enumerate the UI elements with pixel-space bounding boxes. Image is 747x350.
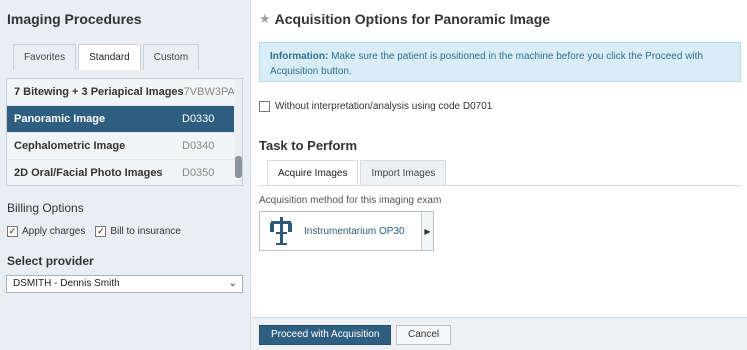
procedure-code: D0330 <box>182 113 215 125</box>
tab-custom[interactable]: Custom <box>142 44 200 70</box>
select-provider-label: Select provider <box>7 254 94 268</box>
provider-value: DSMITH - Dennis Smith <box>13 278 120 289</box>
interpretation-option: Without interpretation/analysis using co… <box>259 101 502 112</box>
billing-options-label: Billing Options <box>7 201 84 215</box>
procedure-code: D0340 <box>182 140 215 152</box>
procedure-name: Panoramic Image <box>14 113 106 125</box>
tabs-divider <box>259 185 742 186</box>
information-alert: Information: Make sure the patient is po… <box>259 42 741 82</box>
apply-charges-label: Apply charges <box>22 226 86 237</box>
tab-standard[interactable]: Standard <box>78 44 141 70</box>
panel-title: Imaging Procedures <box>7 11 142 27</box>
procedure-tabs: Favorites Standard Custom <box>13 44 201 70</box>
star-icon[interactable]: ★ <box>259 11 271 27</box>
billing-checkboxes: ✓ Apply charges ✓ Bill to insurance <box>7 226 191 237</box>
panoramic-xray-machine-icon <box>260 212 304 250</box>
tab-favorites[interactable]: Favorites <box>13 44 77 70</box>
procedure-name: Cephalometric Image <box>14 140 126 152</box>
tab-acquire-images[interactable]: Acquire Images <box>267 160 359 185</box>
list-item[interactable]: 7 Bitewing + 3 Periapical Images 7VBW3PA <box>7 79 242 106</box>
apply-charges-checkbox[interactable]: ✓ <box>7 226 18 237</box>
list-item[interactable]: 2D Oral/Facial Photo Images D0350 <box>7 160 242 185</box>
procedure-list[interactable]: 7 Bitewing + 3 Periapical Images 7VBW3PA… <box>6 78 243 186</box>
acquisition-options-panel: ★ Acquisition Options for Panoramic Imag… <box>251 0 747 350</box>
list-item[interactable]: Cephalometric Image D0340 <box>7 133 242 160</box>
scrollbar-thumb[interactable] <box>235 156 242 178</box>
cancel-button[interactable]: Cancel <box>396 325 452 345</box>
chevron-down-icon: ⌄ <box>228 278 237 289</box>
interpretation-checkbox[interactable] <box>259 101 270 112</box>
bill-insurance-checkbox[interactable]: ✓ <box>95 226 107 237</box>
device-option-card[interactable]: Instrumentarium OP30 ▶ <box>259 211 434 251</box>
imaging-procedures-panel: Imaging Procedures Favorites Standard Cu… <box>0 0 251 350</box>
procedure-name: 2D Oral/Facial Photo Images <box>14 167 163 179</box>
procedure-name: 7 Bitewing + 3 Periapical Images <box>14 86 184 98</box>
info-prefix: Information: <box>270 51 329 62</box>
acquisition-title-row: ★ Acquisition Options for Panoramic Imag… <box>259 11 550 27</box>
list-item-selected[interactable]: Panoramic Image D0330 <box>7 106 242 133</box>
play-arrow-icon[interactable]: ▶ <box>421 212 433 250</box>
info-text: Make sure the patient is positioned in t… <box>270 51 703 77</box>
list-scrollbar[interactable] <box>234 79 242 185</box>
proceed-with-acquisition-button[interactable]: Proceed with Acquisition <box>259 325 392 345</box>
interpretation-label: Without interpretation/analysis using co… <box>275 101 493 112</box>
bill-insurance-label: Bill to insurance <box>110 226 181 237</box>
page-title: Acquisition Options for Panoramic Image <box>274 11 551 27</box>
device-name: Instrumentarium OP30 <box>304 225 405 237</box>
tab-import-images[interactable]: Import Images <box>360 160 447 185</box>
task-to-perform-heading: Task to Perform <box>259 138 358 153</box>
task-tabs: Acquire Images Import Images <box>267 160 448 185</box>
acquisition-method-label: Acquisition method for this imaging exam <box>259 195 442 206</box>
action-footer: Proceed with Acquisition Cancel <box>251 317 747 350</box>
procedure-code: D0350 <box>182 167 215 179</box>
provider-select[interactable]: DSMITH - Dennis Smith ⌄ <box>6 275 243 293</box>
